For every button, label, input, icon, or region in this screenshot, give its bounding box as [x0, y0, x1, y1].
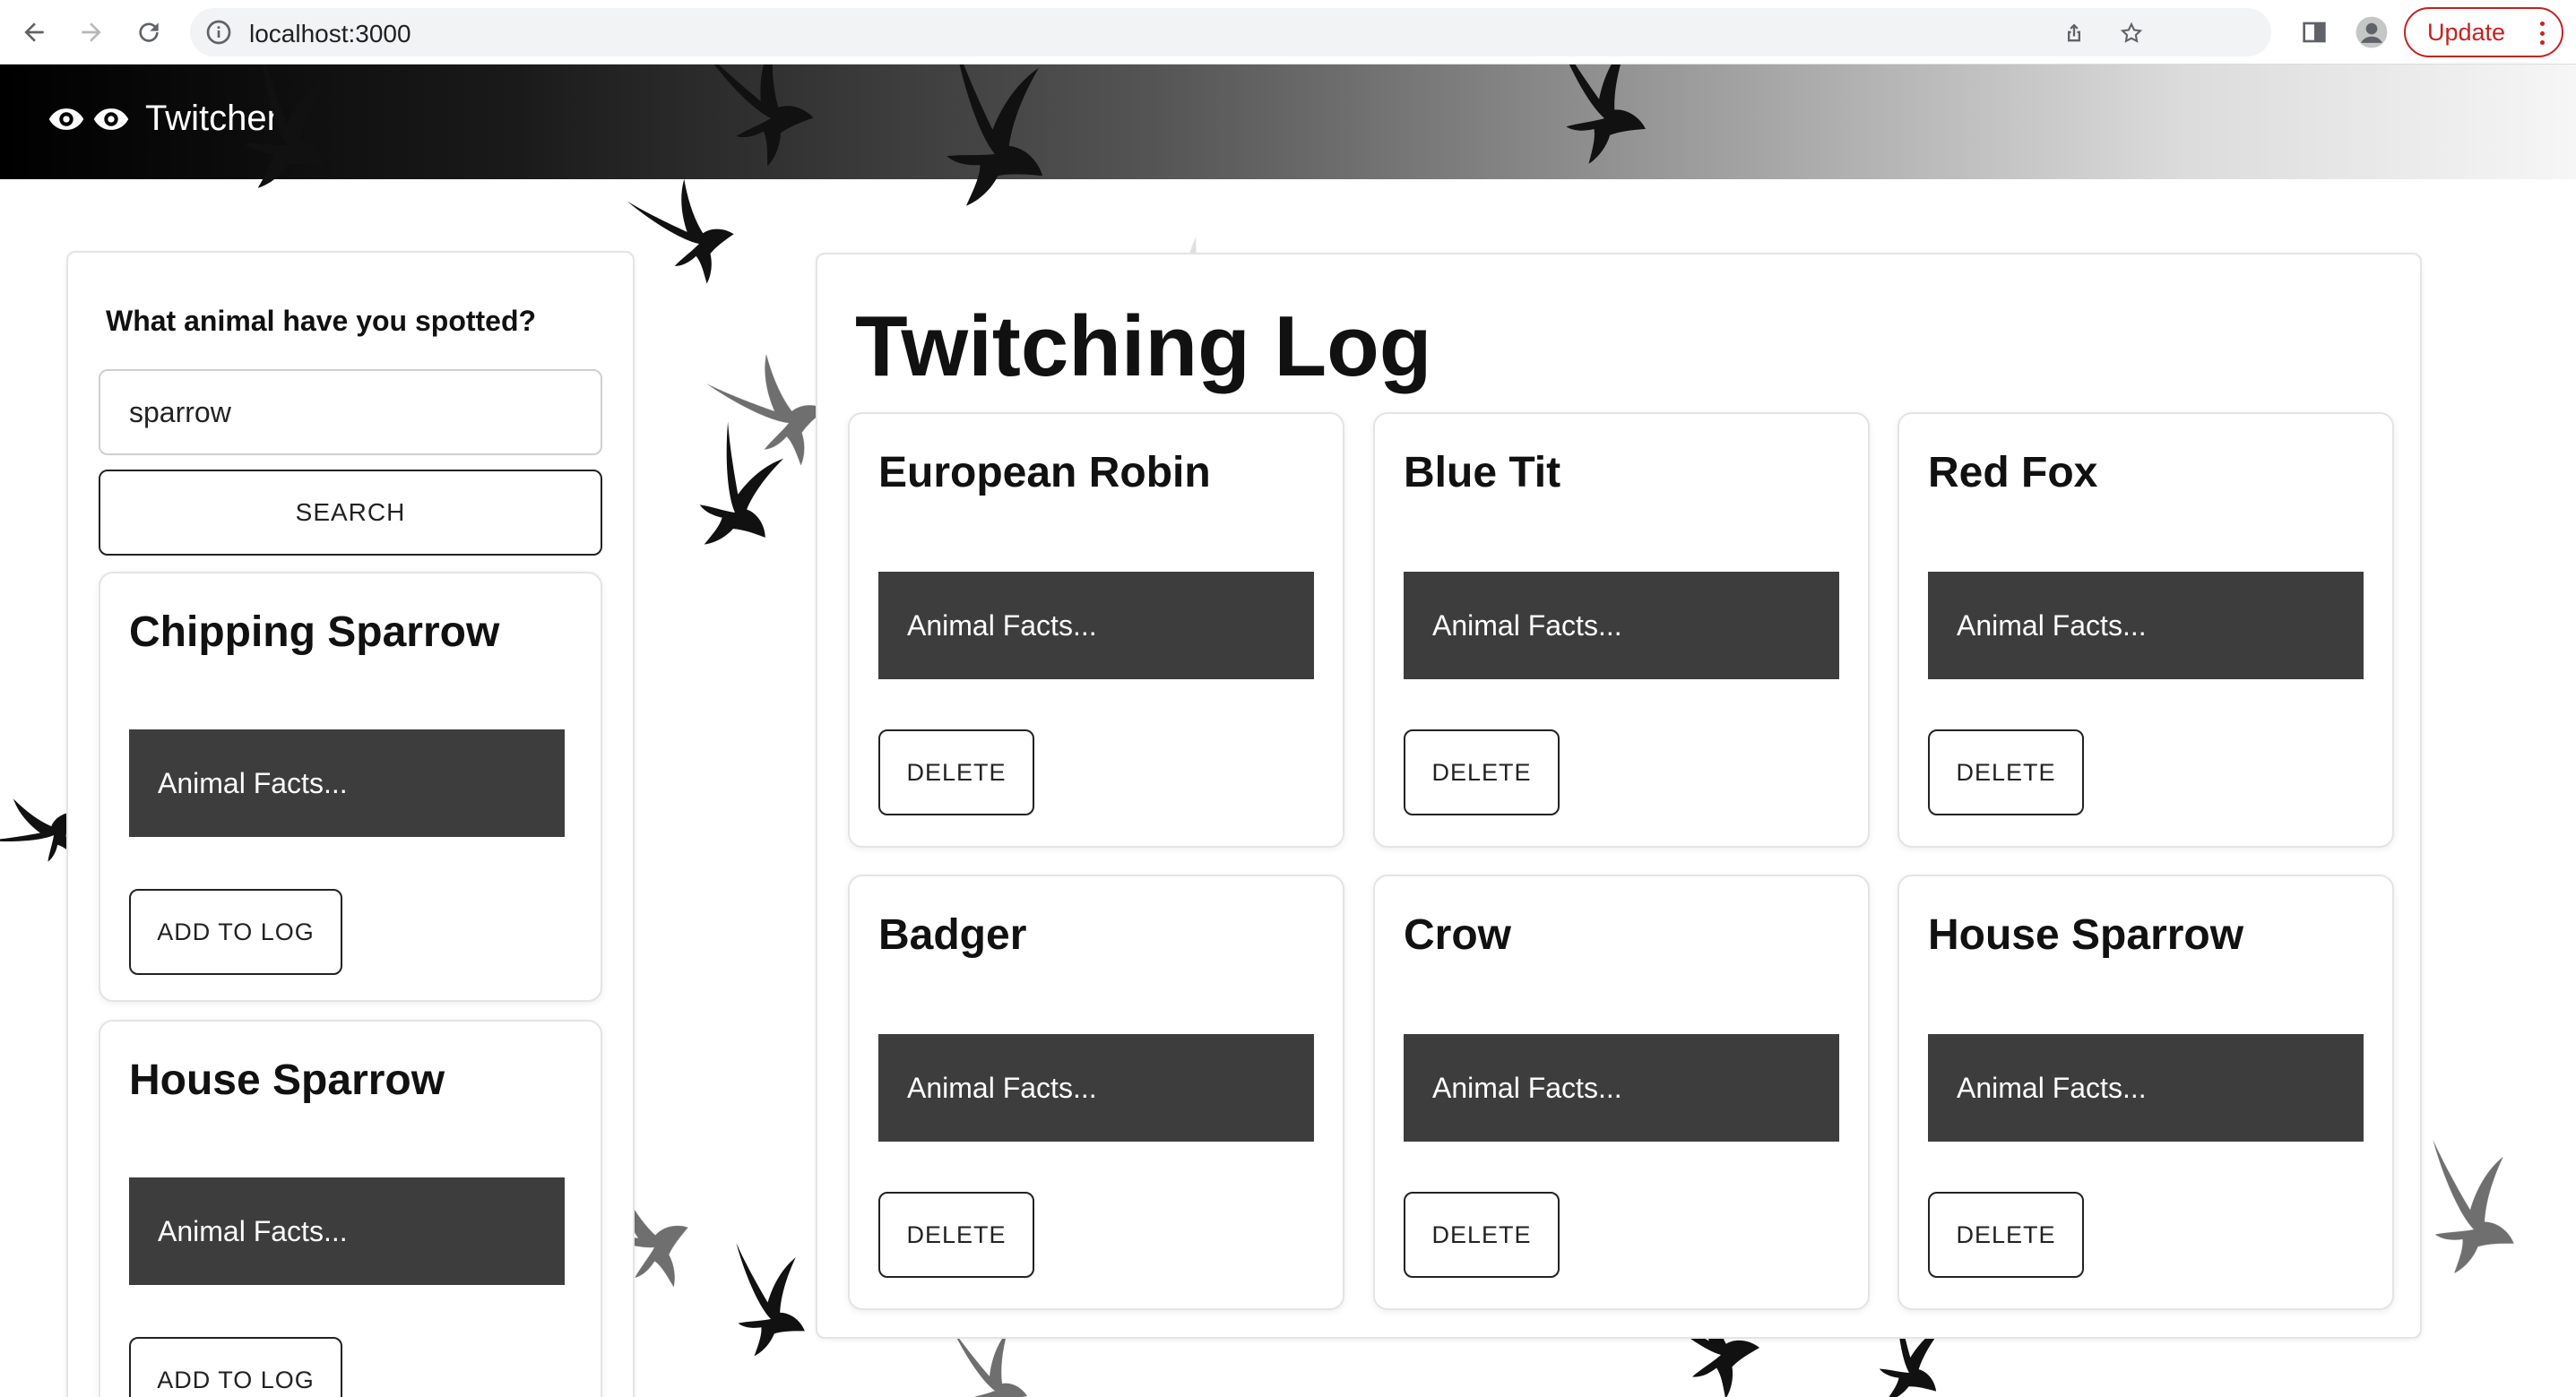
- search-result-card: House Sparrow Animal Facts... ADD TO LOG: [99, 1020, 602, 1397]
- search-input[interactable]: [99, 369, 602, 455]
- log-entry-card: Red Fox Animal Facts... DELETE: [1897, 412, 2394, 848]
- update-button[interactable]: Update: [2404, 7, 2563, 57]
- share-icon[interactable]: [2062, 21, 2087, 46]
- delete-button[interactable]: DELETE: [878, 729, 1034, 815]
- log-panel: Twitching Log European Robin Animal Fact…: [816, 253, 2422, 1339]
- search-prompt: What animal have you spotted?: [106, 305, 537, 337]
- forward-arrow-icon[interactable]: [72, 13, 111, 52]
- eyes-icon: [47, 99, 131, 139]
- delete-button[interactable]: DELETE: [1928, 729, 2084, 815]
- star-icon[interactable]: [2119, 21, 2144, 46]
- search-result-card: Chipping Sparrow Animal Facts... ADD TO …: [99, 572, 602, 1002]
- add-to-log-button[interactable]: ADD TO LOG: [129, 889, 342, 975]
- animal-facts-accordion[interactable]: Animal Facts...: [1404, 1034, 1839, 1142]
- animal-name: House Sparrow: [1928, 911, 2244, 959]
- log-entry-card: Badger Animal Facts... DELETE: [848, 875, 1344, 1310]
- app-header: Twitcher: [0, 65, 2576, 179]
- url-text: localhost:3000: [249, 20, 411, 47]
- animal-name: Red Fox: [1928, 449, 2098, 496]
- side-panel-icon[interactable]: [2296, 14, 2332, 50]
- animal-name: Crow: [1404, 911, 1511, 959]
- log-entry-card: Crow Animal Facts... DELETE: [1373, 875, 1870, 1310]
- app-title: Twitcher: [145, 99, 279, 138]
- browser-toolbar: localhost:3000 Update: [0, 0, 2576, 65]
- animal-facts-accordion[interactable]: Animal Facts...: [878, 572, 1314, 679]
- animal-facts-accordion[interactable]: Animal Facts...: [129, 729, 565, 837]
- animal-name: Badger: [878, 911, 1027, 959]
- animal-facts-accordion[interactable]: Animal Facts...: [1404, 572, 1839, 679]
- log-entry-card: House Sparrow Animal Facts... DELETE: [1897, 875, 2394, 1310]
- delete-button[interactable]: DELETE: [878, 1192, 1034, 1278]
- delete-button[interactable]: DELETE: [1404, 1192, 1560, 1278]
- log-entry-card: European Robin Animal Facts... DELETE: [848, 412, 1344, 848]
- back-arrow-icon[interactable]: [14, 13, 54, 52]
- animal-facts-accordion[interactable]: Animal Facts...: [129, 1177, 565, 1285]
- animal-facts-accordion[interactable]: Animal Facts...: [878, 1034, 1314, 1142]
- profile-icon[interactable]: [2354, 14, 2390, 50]
- search-button[interactable]: SEARCH: [99, 470, 602, 556]
- animal-name: House Sparrow: [129, 1056, 445, 1104]
- info-icon[interactable]: [204, 18, 233, 47]
- reload-icon[interactable]: [129, 13, 169, 52]
- search-panel: What animal have you spotted? SEARCH Chi…: [66, 251, 635, 1397]
- brand[interactable]: Twitcher: [47, 99, 279, 139]
- animal-name: Blue Tit: [1404, 449, 1561, 496]
- delete-button[interactable]: DELETE: [1928, 1192, 2084, 1278]
- animal-facts-accordion[interactable]: Animal Facts...: [1928, 1034, 2364, 1142]
- animal-facts-accordion[interactable]: Animal Facts...: [1928, 572, 2364, 679]
- log-entry-card: Blue Tit Animal Facts... DELETE: [1373, 412, 1870, 848]
- add-to-log-button[interactable]: ADD TO LOG: [129, 1337, 342, 1397]
- more-vert-icon[interactable]: [2540, 22, 2546, 45]
- update-label: Update: [2427, 18, 2506, 46]
- delete-button[interactable]: DELETE: [1404, 729, 1560, 815]
- log-title: Twitching Log: [855, 298, 1432, 394]
- animal-name: European Robin: [878, 449, 1211, 496]
- animal-name: Chipping Sparrow: [129, 608, 500, 656]
- address-bar[interactable]: localhost:3000: [190, 8, 2271, 56]
